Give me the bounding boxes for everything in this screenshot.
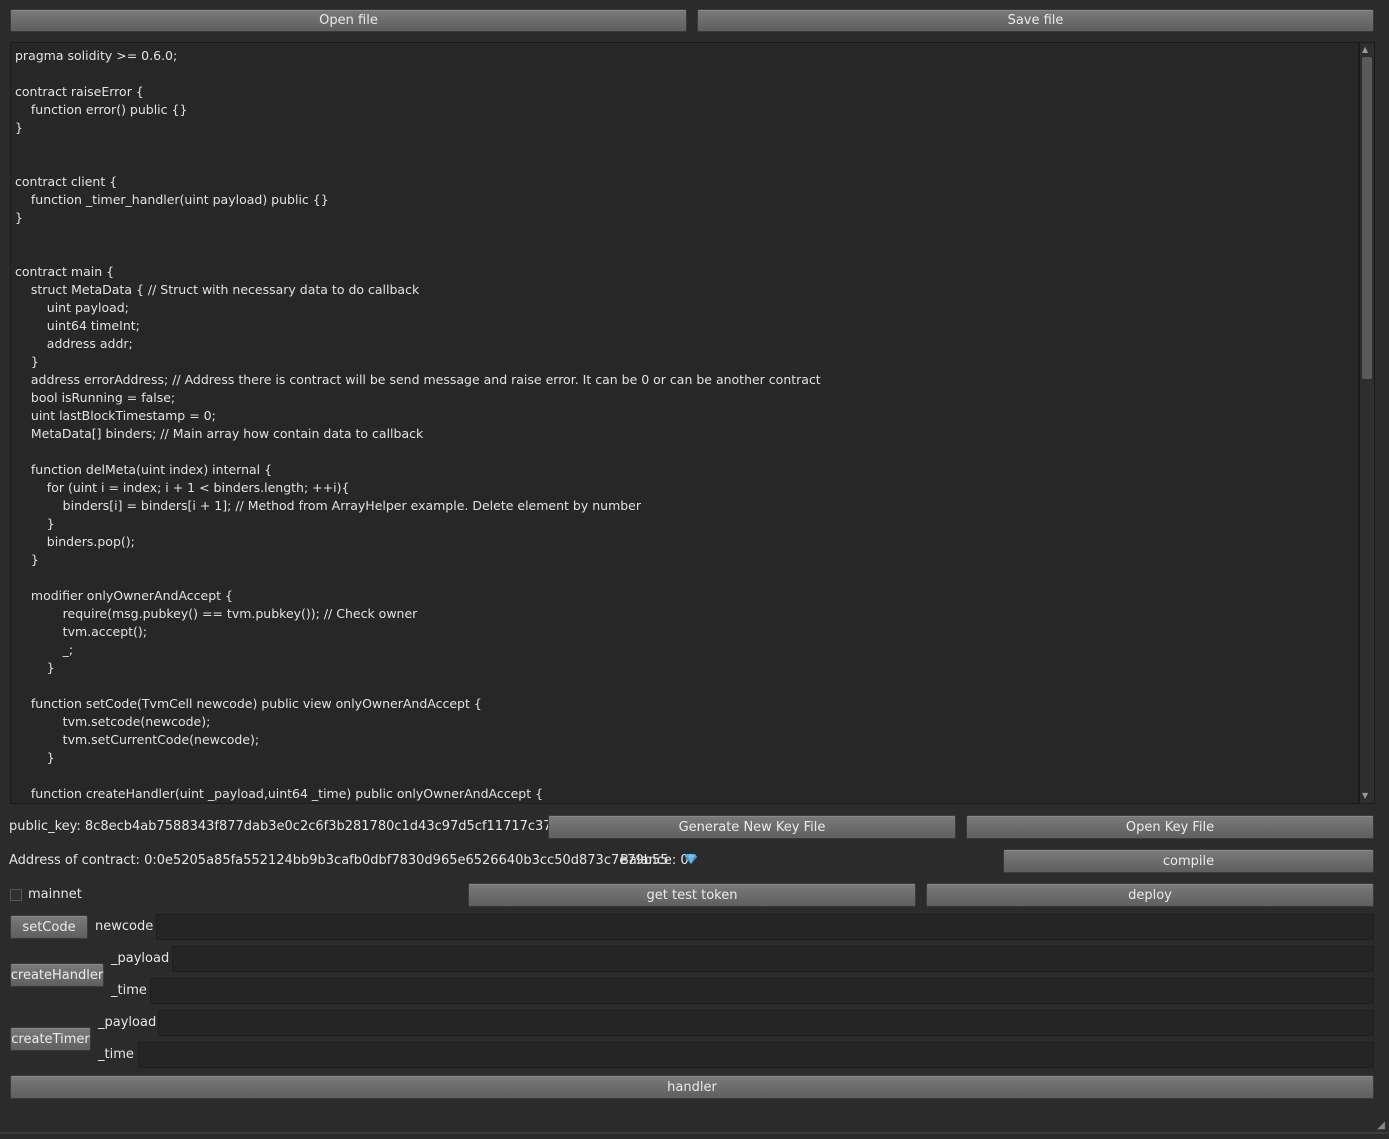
- createtimer-time-label: _time: [98, 1047, 134, 1062]
- createhandler-payload-input[interactable]: [172, 946, 1374, 972]
- createhandler-button[interactable]: createHandler: [10, 963, 104, 987]
- resize-grip-icon[interactable]: ◢: [1377, 1120, 1385, 1131]
- scroll-down-arrow-icon[interactable]: ▼: [1362, 791, 1368, 801]
- mainnet-label: mainnet: [28, 887, 82, 902]
- open-file-button[interactable]: Open file: [10, 9, 687, 32]
- gem-icon: [685, 851, 697, 871]
- contract-address-label: Address of contract: 0:0e5205a85fa552124…: [9, 853, 669, 868]
- newcode-label: newcode: [95, 919, 154, 934]
- createhandler-time-label: _time: [111, 983, 147, 998]
- window-bottom-border: [0, 1132, 1389, 1134]
- createtimer-payload-input[interactable]: [158, 1010, 1374, 1036]
- createtimer-time-input[interactable]: [138, 1042, 1374, 1068]
- createtimer-payload-label: _payload: [98, 1015, 157, 1030]
- handler-button[interactable]: handler: [10, 1075, 1374, 1099]
- scrollbar-thumb[interactable]: [1362, 57, 1372, 379]
- scroll-up-arrow-icon[interactable]: ▲: [1362, 45, 1368, 55]
- mainnet-checkbox[interactable]: [10, 889, 22, 901]
- public-key-label: public_key: 8c8ecb4ab7588343f877dab3e0c2…: [9, 819, 592, 834]
- balance-label: Balance: 0: [620, 853, 689, 868]
- deploy-button[interactable]: deploy: [926, 883, 1374, 907]
- save-file-button[interactable]: Save file: [697, 9, 1374, 32]
- newcode-input[interactable]: [156, 914, 1374, 940]
- createhandler-payload-label: _payload: [111, 951, 170, 966]
- get-test-token-button[interactable]: get test token: [468, 883, 916, 907]
- compile-button[interactable]: compile: [1003, 849, 1374, 873]
- createhandler-time-input[interactable]: [150, 978, 1374, 1004]
- open-key-file-button[interactable]: Open Key File: [966, 815, 1374, 839]
- generate-new-key-file-button[interactable]: Generate New Key File: [548, 815, 956, 839]
- setcode-button[interactable]: setCode: [10, 915, 88, 939]
- createtimer-button[interactable]: createTimer: [10, 1027, 91, 1051]
- code-editor[interactable]: pragma solidity >= 0.6.0; contract raise…: [10, 42, 1359, 804]
- editor-scrollbar[interactable]: ▲ ▼: [1359, 42, 1375, 804]
- code-text[interactable]: pragma solidity >= 0.6.0; contract raise…: [11, 43, 1358, 803]
